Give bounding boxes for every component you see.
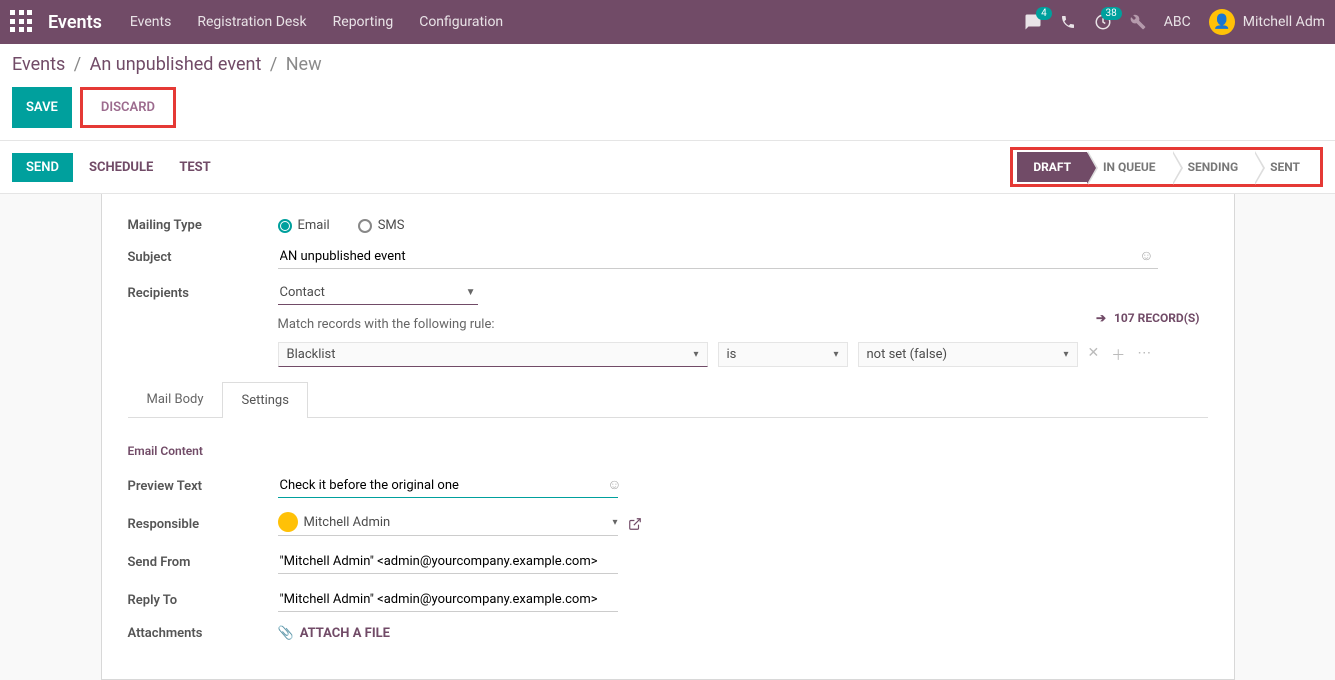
activities-icon[interactable]: 38 <box>1094 13 1112 31</box>
row-reply-to: Reply To <box>128 588 1208 612</box>
caret-down-icon[interactable]: ▾ <box>612 517 617 528</box>
phone-icon[interactable] <box>1060 14 1076 30</box>
replyto-input[interactable] <box>278 588 618 612</box>
radio-sms[interactable]: SMS <box>358 218 405 233</box>
section-email-content: Email Content <box>128 444 1208 458</box>
breadcrumb-root[interactable]: Events <box>12 54 65 75</box>
row-subject: Subject ☺ <box>128 245 1208 269</box>
filter-field-select[interactable]: Blacklist ▾ <box>278 342 708 367</box>
nav-reporting[interactable]: Reporting <box>333 14 394 30</box>
sendfrom-input[interactable] <box>278 550 618 574</box>
label-responsible: Responsible <box>128 517 278 532</box>
tab-mail-body[interactable]: Mail Body <box>128 381 223 417</box>
remove-filter-icon[interactable]: ✕ <box>1088 345 1100 365</box>
tabs: Mail Body Settings <box>128 381 1208 418</box>
send-button[interactable]: SEND <box>12 153 73 182</box>
stage-draft[interactable]: DRAFT <box>1017 152 1087 182</box>
top-navbar: Events Events Registration Desk Reportin… <box>0 0 1335 44</box>
arrow-right-icon: ➔ <box>1096 311 1106 325</box>
avatar-small <box>278 512 298 532</box>
row-preview-text: Preview Text ☺ <box>128 474 1208 498</box>
tab-settings[interactable]: Settings <box>222 382 307 418</box>
breadcrumb-parent[interactable]: An unpublished event <box>90 54 262 75</box>
filter-row: Blacklist ▾ is ▾ not set (false) ▾ ✕ ＋ ⋯ <box>278 342 1208 367</box>
stage-highlight: DRAFT IN QUEUE SENDING SENT <box>1010 147 1323 187</box>
label-replyto: Reply To <box>128 593 278 608</box>
breadcrumb: Events / An unpublished event / New <box>12 54 1323 75</box>
apps-icon[interactable] <box>10 10 34 34</box>
save-button[interactable]: SAVE <box>12 87 72 128</box>
row-responsible: Responsible Mitchell Admin ▾ <box>128 512 1208 536</box>
emoji-icon[interactable]: ☺ <box>607 476 621 493</box>
nav-events[interactable]: Events <box>130 14 171 30</box>
activities-badge: 38 <box>1101 7 1122 20</box>
nav-registration-desk[interactable]: Registration Desk <box>197 14 306 30</box>
breadcrumb-current: New <box>286 54 322 75</box>
preview-input[interactable] <box>278 474 618 498</box>
filter-operator-select[interactable]: is ▾ <box>718 342 848 367</box>
filter-value-select[interactable]: not set (false) ▾ <box>858 342 1078 367</box>
records-count[interactable]: ➔ 107 RECORD(S) <box>1096 311 1200 325</box>
caret-down-icon: ▼ <box>466 287 476 298</box>
row-mailing-type: Mailing Type Email SMS <box>128 218 1208 233</box>
avatar: 👤 <box>1209 9 1235 35</box>
label-attachments: Attachments <box>128 626 278 641</box>
stage-in-queue[interactable]: IN QUEUE <box>1087 152 1172 182</box>
navbar-right: 4 38 ABC 👤 Mitchell Adm <box>1024 9 1325 35</box>
discard-highlight: DISCARD <box>80 87 176 128</box>
row-send-from: Send From <box>128 550 1208 574</box>
test-button[interactable]: TEST <box>169 154 220 181</box>
responsible-value[interactable]: Mitchell Admin <box>304 515 613 530</box>
label-preview: Preview Text <box>128 479 278 494</box>
messages-badge: 4 <box>1036 7 1052 20</box>
emoji-icon[interactable]: ☺ <box>1139 247 1153 264</box>
label-sendfrom: Send From <box>128 555 278 570</box>
app-brand[interactable]: Events <box>48 12 102 33</box>
user-menu[interactable]: 👤 Mitchell Adm <box>1209 9 1325 35</box>
radio-dot-icon <box>278 219 292 233</box>
radio-email[interactable]: Email <box>278 218 330 233</box>
radio-dot-icon <box>358 219 372 233</box>
breadcrumb-row: Events / An unpublished event / New <box>0 44 1335 79</box>
main-nav: Events Registration Desk Reporting Confi… <box>130 14 503 30</box>
more-filter-icon[interactable]: ⋯ <box>1137 345 1151 365</box>
discard-button[interactable]: DISCARD <box>87 93 169 122</box>
label-mailing-type: Mailing Type <box>128 218 278 233</box>
username: Mitchell Adm <box>1243 14 1325 30</box>
company-name[interactable]: ABC <box>1164 14 1191 30</box>
external-link-icon[interactable] <box>628 517 642 531</box>
label-subject: Subject <box>128 250 278 265</box>
messages-icon[interactable]: 4 <box>1024 13 1042 31</box>
form-sheet: Mailing Type Email SMS Subject ☺ Recipie… <box>101 194 1235 680</box>
row-recipients: Recipients Contact ▼ <box>128 281 1208 305</box>
caret-down-icon: ▾ <box>693 349 698 360</box>
stage-sending[interactable]: SENDING <box>1172 152 1255 182</box>
recipients-select[interactable]: Contact ▼ <box>278 281 478 305</box>
status-bar: SEND SCHEDULE TEST DRAFT IN QUEUE SENDIN… <box>0 140 1335 194</box>
attach-file-button[interactable]: 📎 ATTACH A FILE <box>278 626 618 641</box>
label-recipients: Recipients <box>128 286 278 301</box>
add-filter-icon[interactable]: ＋ <box>1111 345 1125 365</box>
caret-down-icon: ▾ <box>1063 349 1068 360</box>
schedule-button[interactable]: SCHEDULE <box>79 154 163 181</box>
paperclip-icon: 📎 <box>278 626 294 641</box>
caret-down-icon: ▾ <box>833 349 838 360</box>
match-rule-text: Match records with the following rule: <box>278 317 1208 332</box>
subject-input[interactable] <box>278 245 1158 269</box>
nav-configuration[interactable]: Configuration <box>419 14 503 30</box>
row-attachments: Attachments 📎 ATTACH A FILE <box>128 626 1208 641</box>
action-bar: SAVE DISCARD <box>0 79 1335 140</box>
debug-icon[interactable] <box>1130 14 1146 30</box>
